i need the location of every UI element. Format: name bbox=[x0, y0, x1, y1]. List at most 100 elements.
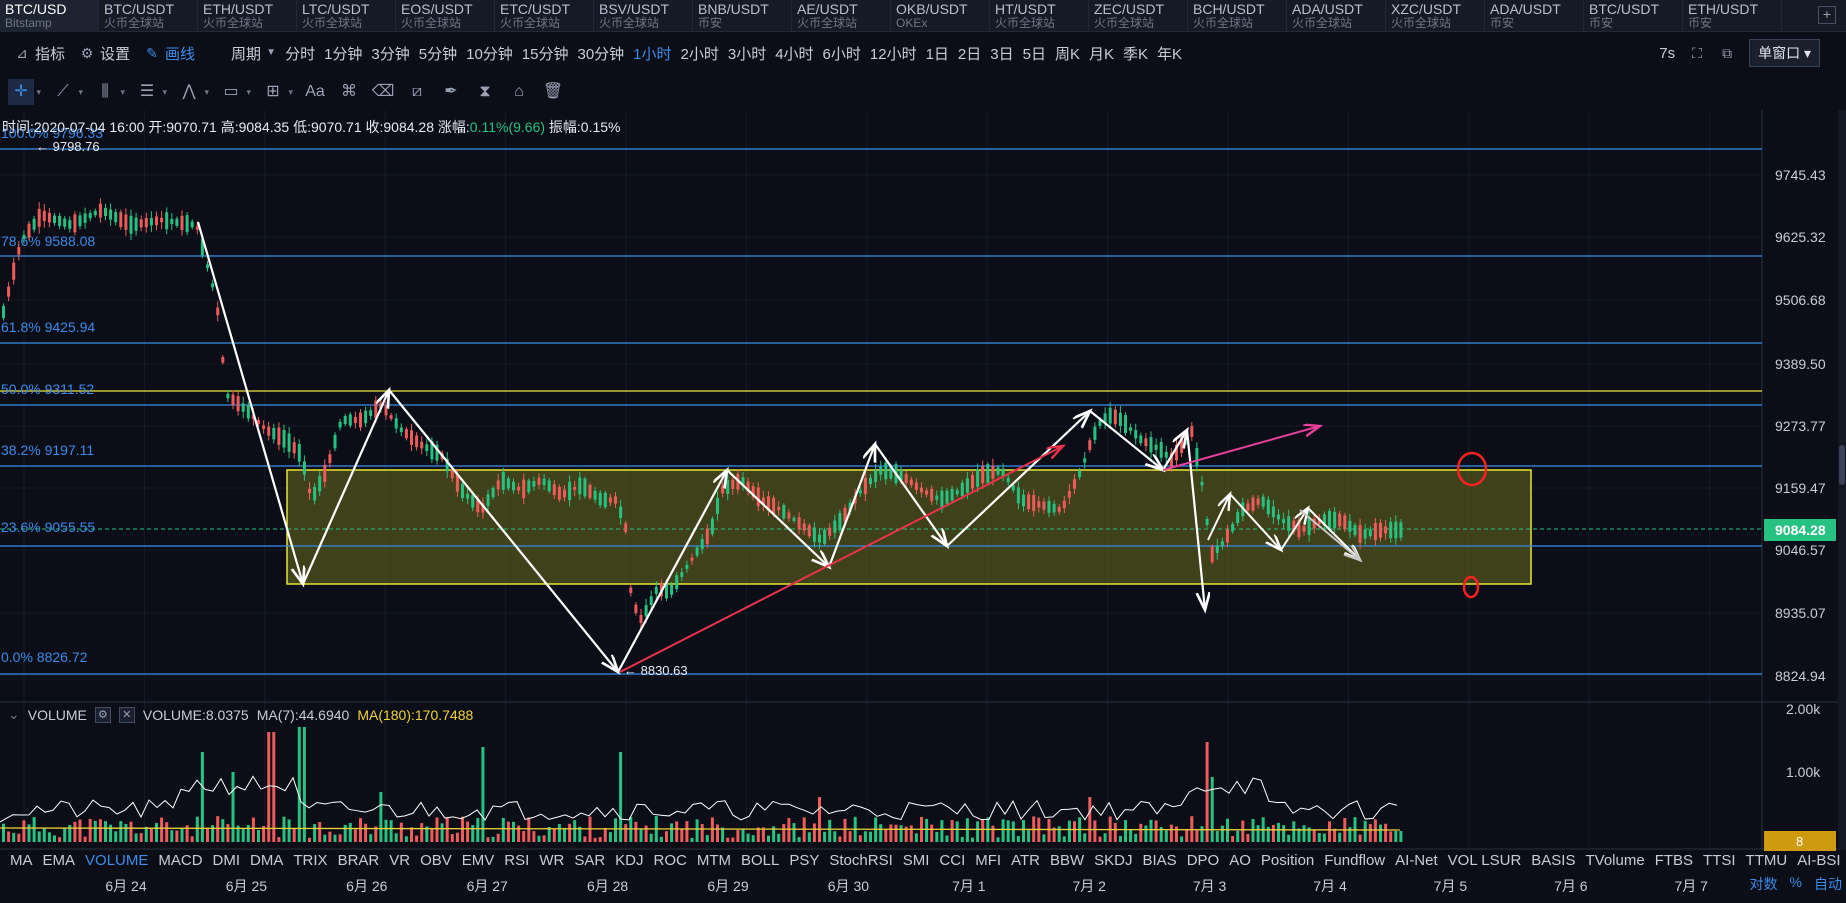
indicator-tab[interactable]: Position bbox=[1261, 852, 1314, 869]
symbol-tab[interactable]: HT/USDT 火币全球站 bbox=[990, 0, 1089, 32]
symbol-tab[interactable]: ETC/USDT 火币全球站 bbox=[495, 0, 594, 32]
axis-option[interactable]: 自动 bbox=[1814, 874, 1842, 894]
indicator-tab[interactable]: SMI bbox=[903, 852, 930, 869]
wave-icon[interactable]: ⋀ ▾ bbox=[176, 79, 209, 105]
lock-icon[interactable]: ⌂ bbox=[506, 79, 532, 105]
vertical-scrollbar[interactable] bbox=[1838, 110, 1846, 850]
indicator-tab[interactable]: SAR bbox=[574, 852, 605, 869]
period-option[interactable]: 季K bbox=[1123, 43, 1148, 64]
symbol-tab[interactable]: EOS/USDT 火币全球站 bbox=[396, 0, 495, 32]
rectangle-icon[interactable]: ▭ ▾ bbox=[218, 79, 251, 105]
indicator-tab[interactable]: BRAR bbox=[338, 852, 380, 869]
chevron-down-icon[interactable]: ▾ bbox=[246, 79, 251, 105]
pen-icon[interactable]: ✒ bbox=[438, 79, 464, 105]
indicator-tab[interactable]: PSY bbox=[789, 852, 819, 869]
symbol-tab[interactable]: BSV/USDT 火币全球站 bbox=[594, 0, 693, 32]
indicator-button[interactable]: ⊿ 指标 bbox=[14, 43, 65, 64]
period-option[interactable]: 周K bbox=[1055, 43, 1080, 64]
symbol-tab[interactable]: ETH/USDT 火币全球站 bbox=[198, 0, 297, 32]
pattern-icon[interactable]: ⧗ bbox=[472, 79, 498, 105]
indicator-tab[interactable]: MACD bbox=[158, 852, 202, 869]
delete-icon[interactable]: 🗑 bbox=[540, 79, 566, 105]
settings-button[interactable]: ⚙ 设置 bbox=[79, 43, 130, 64]
indicator-tab[interactable]: CCI bbox=[939, 852, 965, 869]
indicator-tab[interactable]: BIAS bbox=[1143, 852, 1177, 869]
chevron-down-icon[interactable]: ▾ bbox=[288, 79, 293, 105]
indicator-tab[interactable]: KDJ bbox=[615, 852, 643, 869]
indicator-tab[interactable]: WR bbox=[539, 852, 564, 869]
indicator-tab[interactable]: TVolume bbox=[1585, 852, 1644, 869]
trend-line-icon[interactable]: ⟋ ▾ bbox=[50, 79, 83, 105]
chevron-down-icon[interactable]: ▾ bbox=[162, 79, 167, 105]
indicator-tab[interactable]: FTBS bbox=[1655, 852, 1693, 869]
indicator-tab[interactable]: VOL LSUR bbox=[1448, 852, 1522, 869]
indicator-tab[interactable]: AO bbox=[1229, 852, 1251, 869]
chevron-down-icon[interactable]: ▾ bbox=[78, 79, 83, 105]
screenshot-icon[interactable]: ⧉ bbox=[1719, 45, 1735, 61]
fullscreen-icon[interactable]: ⛶ bbox=[1689, 45, 1705, 61]
text-icon[interactable]: Aa bbox=[302, 79, 328, 105]
refresh-interval[interactable]: 7s bbox=[1659, 45, 1675, 62]
period-option[interactable]: 6小时 bbox=[823, 43, 861, 64]
price-chart[interactable]: 100.0% 9796.3378.6% 9588.0861.8% 9425.94… bbox=[0, 110, 1846, 872]
indicator-tab[interactable]: MFI bbox=[975, 852, 1001, 869]
symbol-tab[interactable]: XZC/USDT 火币全球站 bbox=[1386, 0, 1485, 32]
indicator-tab[interactable]: BOLL bbox=[741, 852, 779, 869]
period-dropdown[interactable]: 周期 ▼ bbox=[231, 43, 276, 64]
add-tab-button[interactable]: + bbox=[1818, 6, 1836, 24]
indicator-tab[interactable]: AI-Net bbox=[1395, 852, 1438, 869]
ruler-icon[interactable]: ⧄ bbox=[404, 79, 430, 105]
indicator-tab[interactable]: BBW bbox=[1050, 852, 1084, 869]
period-option[interactable]: 3日 bbox=[990, 43, 1013, 64]
indicator-tab[interactable]: TTMU bbox=[1746, 852, 1788, 869]
period-option[interactable]: 3分钟 bbox=[371, 43, 409, 64]
indicator-tab[interactable]: DMA bbox=[250, 852, 283, 869]
indicator-tab[interactable]: VR bbox=[389, 852, 410, 869]
indicator-tab[interactable]: OBV bbox=[420, 852, 452, 869]
indicator-tab[interactable]: StochRSI bbox=[829, 852, 892, 869]
symbol-tab[interactable]: BTC/USDT 币安 bbox=[1584, 0, 1683, 32]
indicator-tab[interactable]: ATR bbox=[1011, 852, 1040, 869]
period-option[interactable]: 12小时 bbox=[870, 43, 917, 64]
period-option[interactable]: 1小时 bbox=[633, 43, 671, 64]
indicator-tab[interactable]: DMI bbox=[213, 852, 241, 869]
indicator-tab[interactable]: MTM bbox=[697, 852, 731, 869]
scrollbar-thumb[interactable] bbox=[1839, 445, 1845, 485]
symbol-tab[interactable]: BCH/USDT 火币全球站 bbox=[1188, 0, 1287, 32]
period-option[interactable]: 10分钟 bbox=[466, 43, 513, 64]
indicator-tab[interactable]: BASIS bbox=[1531, 852, 1575, 869]
symbol-tab[interactable]: BTC/USDT 火币全球站 bbox=[99, 0, 198, 32]
indicator-tab[interactable]: DPO bbox=[1187, 852, 1220, 869]
period-option[interactable]: 5日 bbox=[1023, 43, 1046, 64]
indicator-tab[interactable]: RSI bbox=[504, 852, 529, 869]
period-option[interactable]: 15分钟 bbox=[522, 43, 569, 64]
indicator-tab[interactable]: MA bbox=[10, 852, 33, 869]
period-option[interactable]: 月K bbox=[1089, 43, 1114, 64]
axis-option[interactable]: % bbox=[1790, 874, 1802, 894]
indicator-tab[interactable]: TRIX bbox=[293, 852, 327, 869]
symbol-tab[interactable]: ADA/USDT 火币全球站 bbox=[1287, 0, 1386, 32]
period-option[interactable]: 1分钟 bbox=[324, 43, 362, 64]
symbol-tab[interactable]: LTC/USDT 火币全球站 bbox=[297, 0, 396, 32]
indicator-tab[interactable]: ROC bbox=[654, 852, 687, 869]
indicator-tab[interactable]: EMV bbox=[462, 852, 495, 869]
period-option[interactable]: 4小时 bbox=[775, 43, 813, 64]
chevron-down-icon[interactable]: ▾ bbox=[36, 79, 41, 105]
horizontal-line-icon[interactable]: ☰ ▾ bbox=[134, 79, 167, 105]
symbol-tab[interactable]: BNB/USDT 币安 bbox=[693, 0, 792, 32]
period-option[interactable]: 30分钟 bbox=[577, 43, 624, 64]
indicator-tab[interactable]: VOLUME bbox=[85, 852, 148, 869]
symbol-tab[interactable]: OKB/USDT OKEx bbox=[891, 0, 990, 32]
indicator-tab[interactable]: Fundflow bbox=[1324, 852, 1385, 869]
period-option[interactable]: 1日 bbox=[926, 43, 949, 64]
indicator-tab[interactable]: AI-BSI bbox=[1797, 852, 1840, 869]
axis-option[interactable]: 对数 bbox=[1750, 874, 1778, 894]
symbol-tab[interactable]: ADA/USDT 币安 bbox=[1485, 0, 1584, 32]
fibonacci-icon[interactable]: ⊞ ▾ bbox=[260, 79, 293, 105]
window-mode-select[interactable]: 单窗口 ▾ bbox=[1749, 39, 1820, 67]
period-option[interactable]: 3小时 bbox=[728, 43, 766, 64]
chevron-down-icon[interactable]: ▾ bbox=[120, 79, 125, 105]
period-option[interactable]: 分时 bbox=[285, 43, 315, 64]
indicator-tab[interactable]: SKDJ bbox=[1094, 852, 1132, 869]
brush-icon[interactable]: ⌘ bbox=[336, 79, 362, 105]
